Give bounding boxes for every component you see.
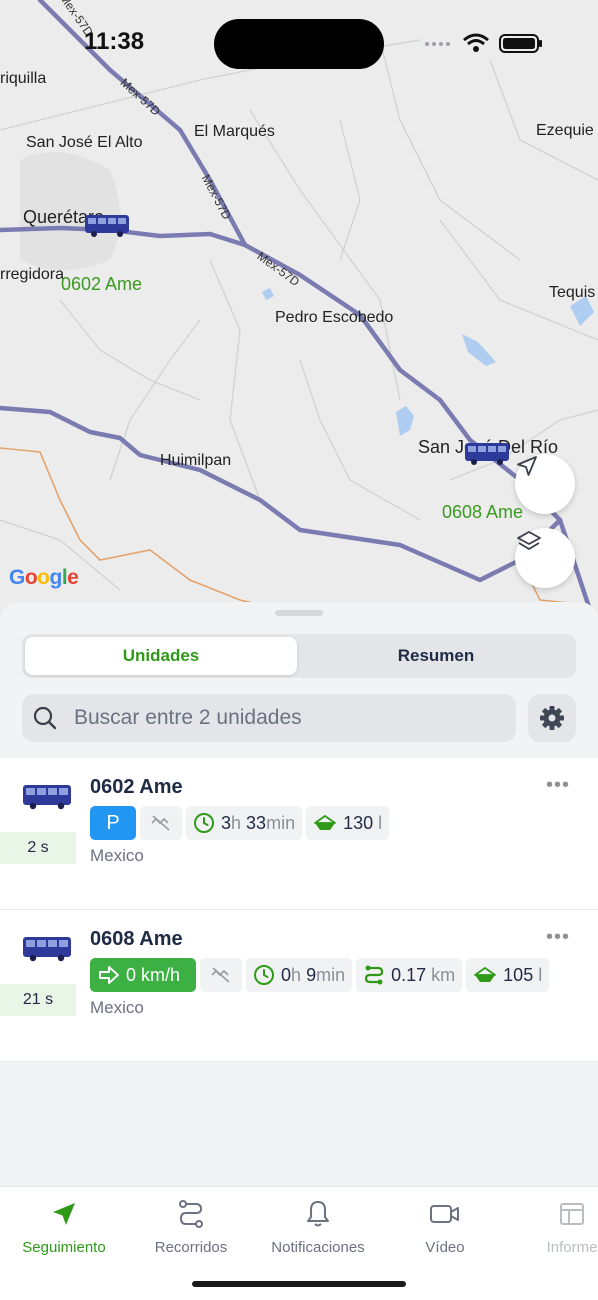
map-place-label: riquilla xyxy=(0,70,47,87)
unit-location: Mexico xyxy=(90,998,144,1017)
moving-arrow-icon xyxy=(99,966,119,984)
fuel-chip: 130 l xyxy=(306,806,390,840)
speed-chip: 0 km/h xyxy=(90,958,197,992)
bus-marker[interactable] xyxy=(84,214,130,238)
duration-hours: 0 xyxy=(281,964,292,985)
google-logo: Google xyxy=(9,566,79,589)
dynamic-island xyxy=(214,19,384,69)
duration-hours-unit: h xyxy=(231,812,242,833)
unit-chips: 0 km/h 0h 9 min 0.17 km 105 l xyxy=(90,958,550,992)
tab-label: Recorridos xyxy=(154,1239,228,1256)
tab-recorridos[interactable]: Recorridos xyxy=(127,1197,255,1256)
map-view[interactable]: riquilla San José El Alto El Marqués Eze… xyxy=(0,0,598,620)
route-distance-icon xyxy=(365,965,384,985)
tab-notificaciones[interactable]: Notificaciones xyxy=(254,1197,382,1256)
fuel-tank-icon xyxy=(314,815,336,830)
map-place-label: San José El Alto xyxy=(26,134,143,151)
distance-unit: km xyxy=(431,964,456,985)
bottom-tab-bar: Seguimiento Recorridos Notificaciones Ví… xyxy=(0,1186,598,1300)
clock-icon xyxy=(254,965,275,985)
ignition-off-icon xyxy=(151,815,170,831)
duration-chip: 0h 9 min xyxy=(246,958,353,992)
fuel-value: 105 xyxy=(503,964,534,985)
duration-minutes: 9 xyxy=(306,964,317,985)
tab-label: Informe xyxy=(546,1239,598,1256)
map-place-label: Tequis xyxy=(549,284,596,301)
distance-chip: 0.17 km xyxy=(356,958,463,992)
unit-list: 2 s 0602 Ame ••• P 3h 33 min 130 l Mexico xyxy=(0,758,598,1062)
map-place-label: Huimilpan xyxy=(160,452,232,469)
map-place-label: Ezequie xyxy=(536,122,594,139)
table-icon xyxy=(560,1203,584,1225)
more-options-button[interactable]: ••• xyxy=(546,774,570,797)
tab-video[interactable]: Vídeo xyxy=(381,1197,509,1256)
video-camera-icon xyxy=(430,1205,459,1223)
last-update-badge: 21 s xyxy=(0,984,76,1016)
ignition-chip xyxy=(200,958,243,992)
last-update-badge: 2 s xyxy=(0,832,76,864)
status-time: 11:38 xyxy=(84,28,145,55)
tab-label: Seguimiento xyxy=(22,1239,106,1256)
home-indicator xyxy=(192,1281,406,1287)
tab-label: Vídeo xyxy=(425,1239,465,1256)
layers-icon xyxy=(517,531,541,550)
map-place-label: rregidora xyxy=(0,266,65,283)
parked-status-chip: P xyxy=(90,806,136,840)
settings-button[interactable] xyxy=(528,694,576,742)
fuel-unit: l xyxy=(378,812,383,833)
search-icon xyxy=(33,706,57,730)
my-location-button[interactable] xyxy=(515,454,575,514)
route-icon xyxy=(179,1200,203,1228)
sheet-grabber[interactable] xyxy=(275,610,323,616)
speed-value: 0 km/h xyxy=(126,964,181,985)
status-icons xyxy=(425,33,542,53)
bus-marker[interactable] xyxy=(464,442,510,466)
fuel-value: 130 xyxy=(343,812,374,833)
location-arrow-icon xyxy=(517,456,537,476)
bus-icon xyxy=(23,785,71,810)
tab-seguimiento[interactable]: Seguimiento xyxy=(0,1197,128,1256)
tab-unidades[interactable]: Unidades xyxy=(25,637,297,675)
search-input[interactable] xyxy=(74,694,504,742)
ignition-chip xyxy=(140,806,182,840)
more-options-button[interactable]: ••• xyxy=(546,926,570,949)
tab-label: Notificaciones xyxy=(271,1239,365,1256)
unit-map-label[interactable]: 0602 Ame xyxy=(61,274,142,295)
fuel-tank-icon xyxy=(474,967,497,982)
duration-chip: 3h 33 min xyxy=(186,806,303,840)
gear-icon xyxy=(540,706,564,730)
fuel-chip: 105 l xyxy=(466,958,550,992)
unit-map-label[interactable]: 0608 Ame xyxy=(442,502,523,523)
unit-row[interactable]: 2 s 0602 Ame ••• P 3h 33 min 130 l Mexico xyxy=(0,758,598,910)
map-layers-button[interactable] xyxy=(515,528,575,588)
search-bar xyxy=(22,694,516,742)
duration-minutes: 33 xyxy=(246,812,267,833)
duration-minutes-unit: min xyxy=(316,964,346,985)
ignition-off-icon xyxy=(211,967,230,983)
unit-row[interactable]: 21 s 0608 Ame ••• 0 km/h 0h 9 min 0.17 km xyxy=(0,910,598,1062)
unit-chips: P 3h 33 min 130 l xyxy=(90,806,390,840)
distance-value: 0.17 xyxy=(391,964,427,985)
bus-icon xyxy=(23,937,71,962)
fuel-unit: l xyxy=(538,964,543,985)
map-place-label: Pedro Escobedo xyxy=(275,309,394,326)
duration-minutes-unit: min xyxy=(266,812,296,833)
unit-location: Mexico xyxy=(90,846,144,865)
segmented-control: Unidades Resumen xyxy=(22,634,576,678)
duration-hours-unit: h xyxy=(291,964,302,985)
clock-icon xyxy=(194,813,214,833)
tab-resumen[interactable]: Resumen xyxy=(299,637,573,675)
navigation-arrow-icon xyxy=(53,1203,75,1225)
unit-name[interactable]: 0602 Ame xyxy=(90,776,183,799)
duration-hours: 3 xyxy=(221,812,232,833)
bell-icon xyxy=(307,1201,329,1227)
map-place-label: El Marqués xyxy=(194,123,275,140)
tab-informe[interactable]: Informe xyxy=(508,1197,598,1256)
unit-name[interactable]: 0608 Ame xyxy=(90,928,183,951)
